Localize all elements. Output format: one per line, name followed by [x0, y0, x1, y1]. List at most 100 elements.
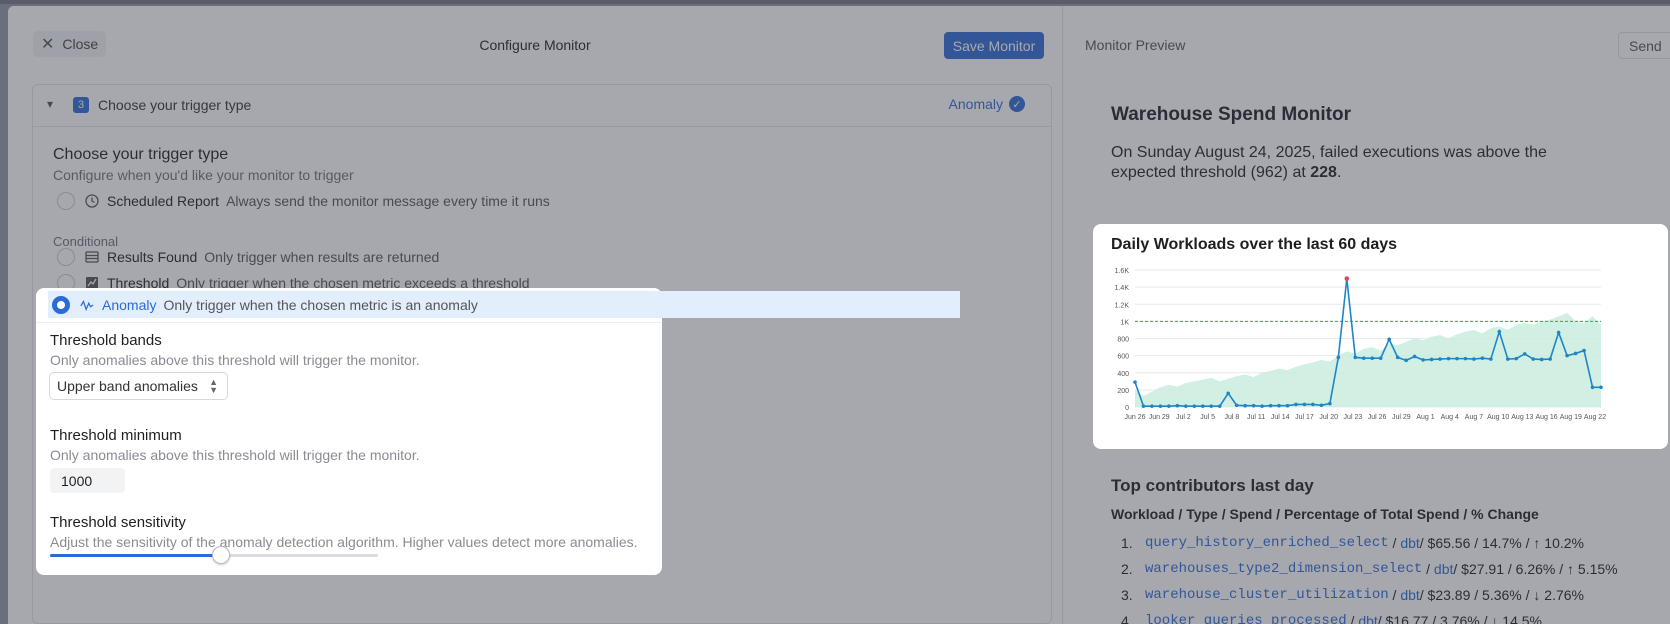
x-tick-label: Aug 16	[1535, 414, 1557, 421]
data-point	[1158, 404, 1163, 408]
data-point	[1421, 358, 1425, 362]
sensitivity-slider[interactable]	[50, 546, 378, 564]
y-tick-label: 0	[1125, 405, 1129, 412]
data-point	[1336, 355, 1341, 360]
x-tick-label: Aug 4	[1441, 414, 1459, 421]
x-tick-label: Jul 26	[1368, 414, 1387, 421]
threshold-bands-title: Threshold bands	[50, 332, 162, 349]
threshold-bands-select[interactable]: Upper band anomalies ▲ ▼	[49, 372, 228, 400]
daily-workloads-chart: 0 200 400 600 800 1K 1.2K 1.4K 1.6K Jun 26 Jun 29 J…	[1115, 268, 1607, 421]
y-tick-label: 200	[1117, 388, 1129, 395]
threshold-sensitivity-subtitle: Adjust the sensitivity of the anomaly de…	[50, 534, 638, 550]
y-tick-label: 1.4K	[1115, 285, 1130, 292]
data-point	[1590, 385, 1595, 390]
threshold-minimum-input[interactable]: 1000	[50, 468, 125, 493]
y-tick-label: 1K	[1120, 319, 1129, 326]
x-tick-label: Aug 10	[1487, 414, 1509, 421]
data-point	[1353, 355, 1358, 360]
data-point	[1217, 404, 1222, 408]
monitor-config-panel: ✕ Close Configure Monitor Save Monitor M…	[8, 6, 1670, 624]
y-tick-label: 1.2K	[1115, 302, 1130, 309]
threshold-bands-subtitle: Only anomalies above this threshold will…	[50, 352, 420, 368]
data-point	[1361, 356, 1366, 360]
data-point	[1192, 404, 1197, 408]
data-point	[1463, 356, 1468, 361]
x-tick-label: Jul 11	[1247, 414, 1265, 421]
data-point	[1506, 357, 1510, 361]
data-point	[1548, 357, 1552, 361]
data-point	[1429, 357, 1434, 362]
radio-anomaly[interactable]	[52, 295, 70, 314]
option-description: Only trigger when the chosen metric is a…	[163, 296, 478, 313]
data-point	[1412, 354, 1417, 359]
window-top-strip	[0, 0, 1670, 4]
data-point	[1133, 380, 1137, 384]
data-point	[1260, 404, 1264, 408]
data-point	[1294, 402, 1298, 407]
data-point	[1328, 401, 1332, 406]
data-point	[1251, 403, 1256, 408]
x-tick-label: Aug 1	[1416, 414, 1434, 421]
data-point	[1556, 330, 1561, 335]
data-point	[1446, 356, 1451, 361]
data-point	[1497, 329, 1502, 334]
data-point	[1243, 403, 1247, 408]
data-point	[1150, 404, 1154, 408]
data-point	[1522, 352, 1527, 356]
data-point	[1514, 356, 1519, 361]
data-point	[1378, 356, 1383, 360]
data-point	[1175, 403, 1180, 408]
x-tick-label: Jul 2	[1176, 414, 1191, 421]
data-point	[1141, 404, 1146, 408]
data-point	[1311, 402, 1315, 407]
data-point	[1319, 403, 1324, 408]
slider-fill	[50, 554, 221, 557]
pulse-icon	[80, 298, 94, 312]
data-point	[1370, 356, 1375, 360]
threshold-minimum-title: Threshold minimum	[50, 427, 182, 444]
data-point	[1387, 337, 1391, 342]
x-tick-label: Jun 26	[1124, 414, 1145, 421]
data-point	[1404, 358, 1408, 363]
data-point	[1565, 353, 1569, 358]
threshold-bands-value: Upper band anomalies	[57, 378, 198, 394]
threshold-sensitivity-title: Threshold sensitivity	[50, 514, 186, 531]
data-point	[1599, 385, 1603, 390]
daily-workloads-chart-card: Daily Workloads over the last 60 days 0 2…	[1093, 224, 1668, 449]
x-tick-label: Jul 29	[1392, 414, 1411, 421]
y-tick-label: 800	[1117, 337, 1129, 344]
y-tick-label: 600	[1117, 354, 1129, 361]
x-tick-label: Aug 22	[1584, 414, 1606, 421]
data-point	[1209, 404, 1214, 408]
x-tick-label: Jul 14	[1271, 414, 1290, 421]
chevron-updown-icon: ▲ ▼	[209, 377, 218, 395]
slider-thumb[interactable]	[211, 546, 230, 564]
data-point	[1268, 403, 1273, 408]
option-anomaly[interactable]: Anomaly Only trigger when the chosen met…	[48, 291, 960, 318]
anomaly-settings-spotlight: Anomaly Only trigger when the chosen met…	[36, 288, 960, 575]
data-point	[1277, 403, 1281, 408]
x-tick-label: Jul 5	[1200, 414, 1215, 421]
x-tick-label: Jul 8	[1224, 414, 1239, 421]
data-point	[1455, 356, 1459, 361]
divider	[36, 322, 662, 323]
y-tick-label: 1.6K	[1115, 268, 1130, 275]
data-point	[1573, 351, 1578, 356]
data-point	[1531, 357, 1536, 361]
x-tick-label: Aug 13	[1511, 414, 1533, 421]
x-tick-label: Jul 23	[1344, 414, 1363, 421]
x-tick-label: Aug 7	[1465, 414, 1483, 421]
x-tick-label: Aug 19	[1560, 414, 1582, 421]
data-point	[1472, 357, 1476, 361]
x-tick-label: Jun 29	[1149, 414, 1170, 421]
data-point	[1438, 357, 1442, 361]
threshold-minimum-subtitle: Only anomalies above this threshold will…	[50, 447, 420, 463]
x-tick-label: Jul 17	[1295, 414, 1314, 421]
data-point	[1285, 403, 1290, 408]
anomaly-band-area	[1135, 312, 1601, 407]
data-point	[1489, 357, 1493, 361]
data-point	[1167, 404, 1171, 408]
data-point	[1395, 355, 1400, 360]
data-point	[1184, 404, 1188, 408]
chart-title: Daily Workloads over the last 60 days	[1111, 236, 1398, 253]
